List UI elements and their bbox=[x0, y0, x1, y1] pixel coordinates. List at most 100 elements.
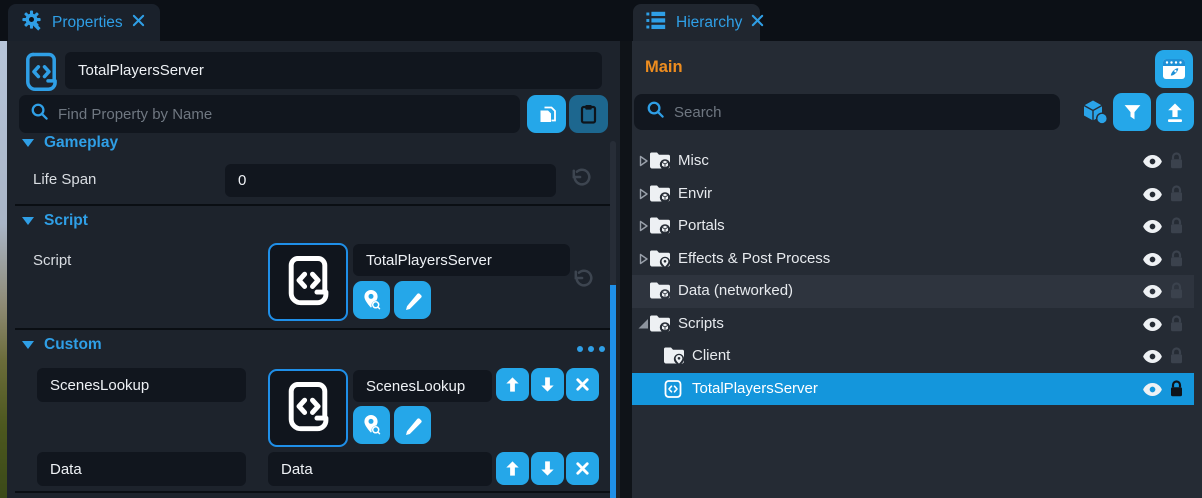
custom-prop-name-input[interactable] bbox=[37, 368, 246, 402]
lock-icon[interactable] bbox=[1169, 217, 1184, 240]
clapper-rocket-icon bbox=[1161, 56, 1187, 82]
edit-script-button[interactable] bbox=[394, 281, 431, 319]
script-asset-thumbnail[interactable] bbox=[268, 243, 348, 321]
move-up-button[interactable] bbox=[496, 368, 529, 401]
lock-icon[interactable] bbox=[1169, 250, 1184, 273]
close-icon[interactable] bbox=[751, 14, 764, 32]
expand-arrow-icon[interactable] bbox=[636, 187, 650, 206]
close-icon[interactable] bbox=[132, 14, 145, 32]
expand-arrow-icon[interactable] bbox=[636, 252, 650, 271]
x-icon bbox=[574, 376, 591, 393]
collapse-caret-icon bbox=[22, 217, 34, 225]
scene-viewport-edge bbox=[0, 41, 7, 498]
arrow-down-icon bbox=[538, 375, 557, 394]
section-divider bbox=[15, 204, 613, 206]
script-icon bbox=[283, 380, 333, 436]
section-custom-header[interactable]: Custom bbox=[22, 336, 102, 354]
expand-arrow-icon[interactable] bbox=[636, 219, 650, 238]
properties-body: Gameplay Life Span Script Script bbox=[7, 41, 620, 498]
visibility-eye-icon[interactable] bbox=[1142, 187, 1163, 207]
scrollbar-thumb[interactable] bbox=[610, 285, 616, 498]
tree-row-client[interactable]: Client bbox=[632, 340, 1194, 373]
tree-row-totalplayersserver[interactable]: TotalPlayersServer bbox=[632, 373, 1194, 406]
section-divider bbox=[15, 491, 613, 493]
asset-cube-icon[interactable] bbox=[1080, 99, 1109, 130]
collapse-caret-icon bbox=[22, 341, 34, 349]
filter-button[interactable] bbox=[1113, 93, 1151, 131]
paste-properties-button[interactable] bbox=[569, 95, 608, 133]
hierarchy-search-input[interactable] bbox=[674, 94, 1048, 130]
custom-prop-value-field[interactable] bbox=[353, 370, 492, 402]
remove-property-button[interactable] bbox=[566, 368, 599, 401]
tree-row-effects-post-process[interactable]: Effects & Post Process bbox=[632, 243, 1194, 276]
tree-row-misc[interactable]: Misc bbox=[632, 145, 1194, 178]
expand-arrow-icon[interactable] bbox=[636, 154, 650, 173]
visibility-eye-icon[interactable] bbox=[1142, 219, 1163, 239]
folder-pin-icon bbox=[663, 346, 685, 370]
search-icon bbox=[30, 102, 49, 126]
custom-section-menu-icon[interactable] bbox=[577, 346, 605, 352]
section-script-header[interactable]: Script bbox=[22, 212, 88, 230]
hierarchy-body: Main bbox=[632, 41, 1202, 498]
editor-root: Properties bbox=[0, 0, 1202, 498]
hierarchy-tree: Misc Envir Portals bbox=[632, 145, 1202, 405]
pencil-icon bbox=[402, 414, 424, 436]
lock-icon[interactable] bbox=[1169, 185, 1184, 208]
copy-icon bbox=[536, 103, 558, 125]
properties-panel: Properties bbox=[7, 0, 620, 498]
lock-icon[interactable] bbox=[1169, 380, 1184, 403]
folder-pin-icon bbox=[649, 249, 671, 273]
tree-row-scripts[interactable]: Scripts bbox=[632, 308, 1194, 341]
custom-prop-value-field[interactable] bbox=[268, 452, 492, 486]
visibility-eye-icon[interactable] bbox=[1142, 284, 1163, 304]
expand-arrow-icon[interactable] bbox=[636, 317, 650, 336]
edit-script-button[interactable] bbox=[394, 406, 431, 444]
move-down-button[interactable] bbox=[531, 368, 564, 401]
tab-hierarchy-label: Hierarchy bbox=[676, 14, 742, 32]
hierarchy-panel: Hierarchy Main bbox=[632, 0, 1202, 498]
reset-icon[interactable] bbox=[569, 167, 592, 195]
locate-script-button[interactable] bbox=[353, 406, 390, 444]
tree-row-portals[interactable]: Portals bbox=[632, 210, 1194, 243]
entity-name-input[interactable] bbox=[65, 52, 602, 89]
script-name-field[interactable] bbox=[353, 244, 570, 276]
lock-icon[interactable] bbox=[1169, 347, 1184, 370]
folder-cube-icon bbox=[649, 184, 671, 208]
tab-properties[interactable]: Properties bbox=[8, 4, 160, 41]
visibility-eye-icon[interactable] bbox=[1142, 154, 1163, 174]
script-row-label: Script bbox=[33, 252, 71, 269]
visibility-eye-icon[interactable] bbox=[1142, 252, 1163, 272]
move-down-button[interactable] bbox=[531, 452, 564, 485]
remove-property-button[interactable] bbox=[566, 452, 599, 485]
tree-row-envir[interactable]: Envir bbox=[632, 178, 1194, 211]
arrow-up-icon bbox=[503, 459, 522, 478]
reset-icon[interactable] bbox=[571, 268, 594, 296]
preview-world-button[interactable] bbox=[1155, 50, 1193, 88]
copy-properties-button[interactable] bbox=[527, 95, 566, 133]
visibility-eye-icon[interactable] bbox=[1142, 317, 1163, 337]
locate-script-button[interactable] bbox=[353, 281, 390, 319]
section-divider bbox=[15, 328, 613, 330]
visibility-eye-icon[interactable] bbox=[1142, 382, 1163, 402]
custom-prop-name-input[interactable] bbox=[37, 452, 246, 486]
section-gameplay-header[interactable]: Gameplay bbox=[22, 134, 118, 152]
hierarchy-icon bbox=[645, 10, 667, 36]
visibility-eye-icon[interactable] bbox=[1142, 349, 1163, 369]
property-search-box bbox=[19, 95, 520, 133]
property-search-input[interactable] bbox=[58, 95, 509, 133]
life-span-input[interactable] bbox=[225, 164, 556, 197]
lock-icon[interactable] bbox=[1169, 152, 1184, 175]
folder-cube-icon bbox=[649, 151, 671, 175]
world-root-label: Main bbox=[645, 58, 683, 77]
script-icon bbox=[283, 254, 333, 310]
tab-hierarchy[interactable]: Hierarchy bbox=[633, 4, 760, 41]
filter-funnel-icon bbox=[1122, 102, 1143, 123]
script-entity-icon bbox=[20, 51, 62, 100]
pin-search-icon bbox=[360, 288, 383, 312]
script-asset-thumbnail[interactable] bbox=[268, 369, 348, 447]
tree-row-data-networked[interactable]: Data (networked) bbox=[632, 275, 1194, 308]
move-up-button[interactable] bbox=[496, 452, 529, 485]
lock-icon[interactable] bbox=[1169, 282, 1184, 305]
publish-upload-button[interactable] bbox=[1156, 93, 1194, 131]
lock-icon[interactable] bbox=[1169, 315, 1184, 338]
